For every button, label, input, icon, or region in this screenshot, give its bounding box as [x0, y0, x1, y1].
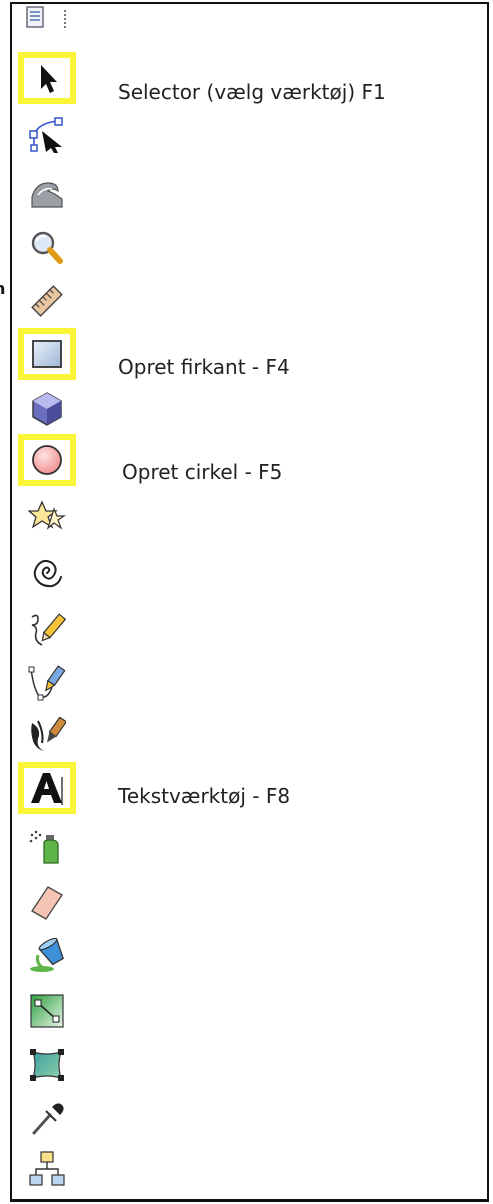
gradient-tool[interactable]: [18, 984, 76, 1036]
spray-tool[interactable]: [18, 820, 76, 872]
toolbar-grip-handle[interactable]: [64, 10, 70, 28]
eraser-tool[interactable]: [18, 876, 76, 928]
calligraphy-icon: [31, 717, 66, 751]
gradient-icon: [30, 994, 64, 1028]
spiral-tool[interactable]: [18, 546, 76, 598]
measure-tool[interactable]: [18, 274, 76, 326]
paint-bucket-icon: [30, 937, 64, 972]
circle-icon: [32, 445, 62, 475]
pen-bezier-icon: [28, 665, 66, 701]
calligraphy-tool[interactable]: [18, 708, 76, 760]
wave-icon: [31, 182, 63, 208]
connector-tool[interactable]: [18, 1142, 76, 1194]
pen-tool[interactable]: [18, 656, 76, 708]
rectangle-label: Opret firkant - F4: [118, 355, 290, 379]
cropped-text-fragment: h: [0, 278, 10, 300]
magnifier-icon: [31, 231, 63, 264]
selector-label: Selector (vælg værktøj) F1: [118, 80, 386, 104]
selector-tool[interactable]: [18, 52, 76, 104]
screenshot-frame: [10, 2, 489, 1200]
spray-icon: [29, 830, 59, 864]
cube-icon: [32, 392, 62, 426]
tweak-tool[interactable]: [18, 164, 76, 216]
node-tool[interactable]: [18, 108, 76, 160]
toolbar-header: [12, 4, 84, 34]
text-tool-label: Tekstværktøj - F8: [118, 784, 291, 808]
rectangle-icon: [32, 340, 62, 368]
zoom-tool[interactable]: [18, 220, 76, 272]
document-icon[interactable]: [26, 6, 44, 28]
cropped-text-char: h: [0, 278, 5, 300]
pencil-tool[interactable]: [18, 602, 76, 654]
arrow-pointer-icon: [41, 65, 57, 93]
star-tool[interactable]: [18, 490, 76, 542]
eraser-icon: [31, 886, 63, 920]
ruler-icon: [31, 285, 63, 317]
pencil-icon: [31, 613, 66, 646]
circle-tool[interactable]: [18, 434, 76, 486]
text-a-icon: [31, 773, 63, 805]
frame-bottom-border: [10, 1199, 489, 1202]
paint-bucket-tool[interactable]: [18, 928, 76, 980]
circle-label: Opret cirkel - F5: [122, 460, 283, 484]
text-tool[interactable]: [18, 762, 76, 814]
spiral-icon: [33, 559, 62, 588]
dropper-icon: [32, 1103, 64, 1135]
star-icon: [28, 500, 66, 530]
mesh-tool[interactable]: [18, 1038, 76, 1090]
dropper-tool[interactable]: [18, 1092, 76, 1144]
connector-icon: [29, 1151, 65, 1186]
mesh-icon: [30, 1049, 64, 1081]
3d-box-tool[interactable]: [18, 382, 76, 434]
node-edit-icon: [29, 117, 63, 153]
rectangle-tool[interactable]: [18, 328, 76, 380]
